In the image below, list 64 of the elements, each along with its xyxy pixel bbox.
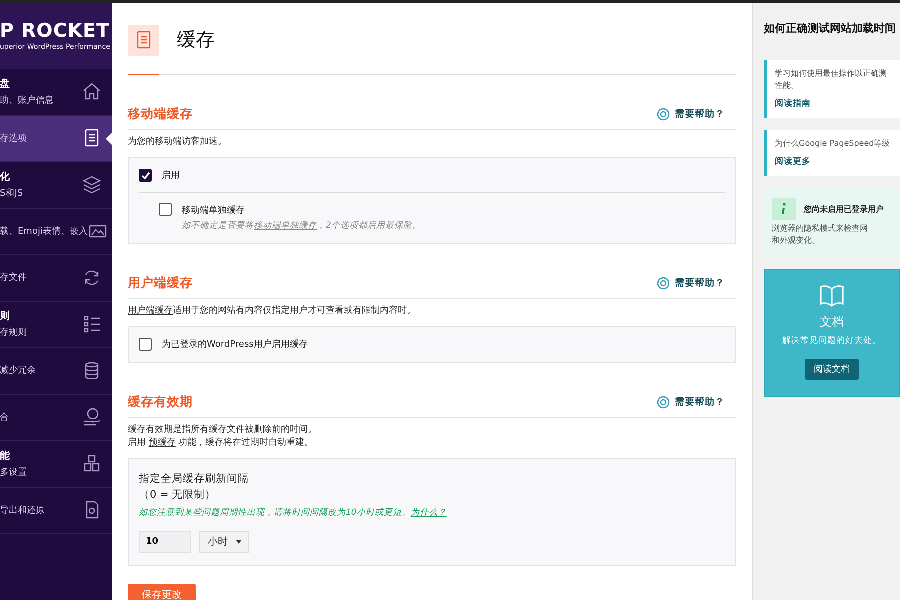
- card-link[interactable]: 阅读指南: [775, 98, 811, 110]
- warning-note: 如您注意到某些问题周期性出现，请将时间间隔改为10小时或更短。为什么？: [139, 507, 448, 519]
- aside-title: 如何正确测试网站加载时间: [764, 21, 897, 36]
- card-text: 浏览器的隐私模式来检查网: [772, 223, 869, 235]
- nav-subtitle: 存文件: [0, 272, 27, 284]
- checkbox[interactable]: [159, 203, 172, 216]
- number-field[interactable]: 10: [139, 531, 191, 553]
- nav-subtitle: 载、Emoji表情、嵌入: [0, 226, 88, 238]
- card-text: 为什么Google PageSpeed等级: [775, 138, 892, 150]
- nav-subtitle: 减少冗余: [0, 364, 36, 378]
- nav-title: 盘: [0, 78, 11, 91]
- help-icon: [657, 108, 670, 121]
- nav-subtitle: 合: [0, 412, 9, 424]
- caret-icon: [236, 540, 242, 544]
- card-link[interactable]: 阅读更多: [775, 156, 811, 168]
- info-glyph-icon: [781, 203, 787, 215]
- boxes-icon: [82, 454, 102, 474]
- help-link[interactable]: 需要帮助？: [657, 108, 725, 121]
- unit-dropdown[interactable]: 小时: [199, 531, 249, 553]
- option-label: 移动端单独缓存: [182, 204, 246, 217]
- link[interactable]: 用户端缓存: [128, 306, 173, 316]
- sidebar-item[interactable]: 存选项: [0, 116, 112, 162]
- help-icon: [657, 396, 670, 409]
- logo-text: P ROCKET: [0, 21, 111, 41]
- section-description: 为您的移动端访客加速。: [128, 136, 228, 149]
- card-text: 性能。: [775, 80, 800, 92]
- document-icon: [136, 30, 152, 50]
- section-title: 用户端缓存: [128, 275, 193, 292]
- nav-subtitle: 多设置: [0, 466, 27, 479]
- checkbox[interactable]: [139, 169, 152, 182]
- nav-subtitle: S和JS: [0, 188, 24, 200]
- help-link[interactable]: 需要帮助？: [657, 277, 725, 290]
- home-icon: [82, 82, 102, 102]
- checkbox[interactable]: [139, 338, 152, 351]
- layers-icon: [82, 174, 102, 195]
- link[interactable]: 预缓存: [148, 438, 176, 448]
- card-text: 解决常见问题的好去处。: [782, 335, 882, 347]
- field-label: 指定全局缓存刷新间隔: [139, 472, 250, 486]
- list-icon: [82, 314, 102, 334]
- docs-title: 文档: [820, 314, 844, 331]
- nav-subtitle: 导出和还原: [0, 504, 45, 517]
- nav-title: 能: [0, 450, 11, 463]
- section-description: 缓存有效期是指所有缓存文件被删除前的时间。: [128, 424, 318, 437]
- page-title: 缓存: [177, 28, 215, 53]
- notice-title: 您尚未启用已登录用户: [804, 204, 884, 214]
- nav-subtitle: 助、账户信息: [0, 94, 54, 107]
- option-label: 为已登录的WordPress用户启用缓存: [162, 338, 308, 351]
- option-note: 如不确定是否要将移动端单独缓存，2个选项都启用最保险。: [182, 220, 422, 232]
- section-title: 缓存有效期: [128, 394, 193, 411]
- nav-subtitle: 存选项: [0, 132, 27, 145]
- field-hint: （0 = 无限制）: [139, 488, 218, 502]
- read-docs-button[interactable]: 阅读文档: [805, 359, 859, 380]
- card-text: 学习如何使用最佳操作以正确测: [775, 68, 888, 80]
- help-link[interactable]: 需要帮助？: [657, 396, 725, 409]
- nav-subtitle: 存规则: [0, 326, 27, 340]
- section-description: 启用 预缓存 功能，缓存将在过期时自动重建。: [128, 437, 315, 450]
- nav-title: 则: [0, 310, 11, 324]
- option-label: 启用: [162, 170, 180, 182]
- section-description: 用户端缓存适用于您的网站有内容仅指定用户才可查看或有限制内容时。: [128, 305, 417, 318]
- book-icon: [819, 284, 845, 308]
- help-icon: [657, 277, 670, 290]
- card-text: 和外观变化。: [772, 235, 821, 247]
- nav-title: 化: [0, 170, 11, 184]
- section-title: 移动端缓存: [128, 106, 193, 123]
